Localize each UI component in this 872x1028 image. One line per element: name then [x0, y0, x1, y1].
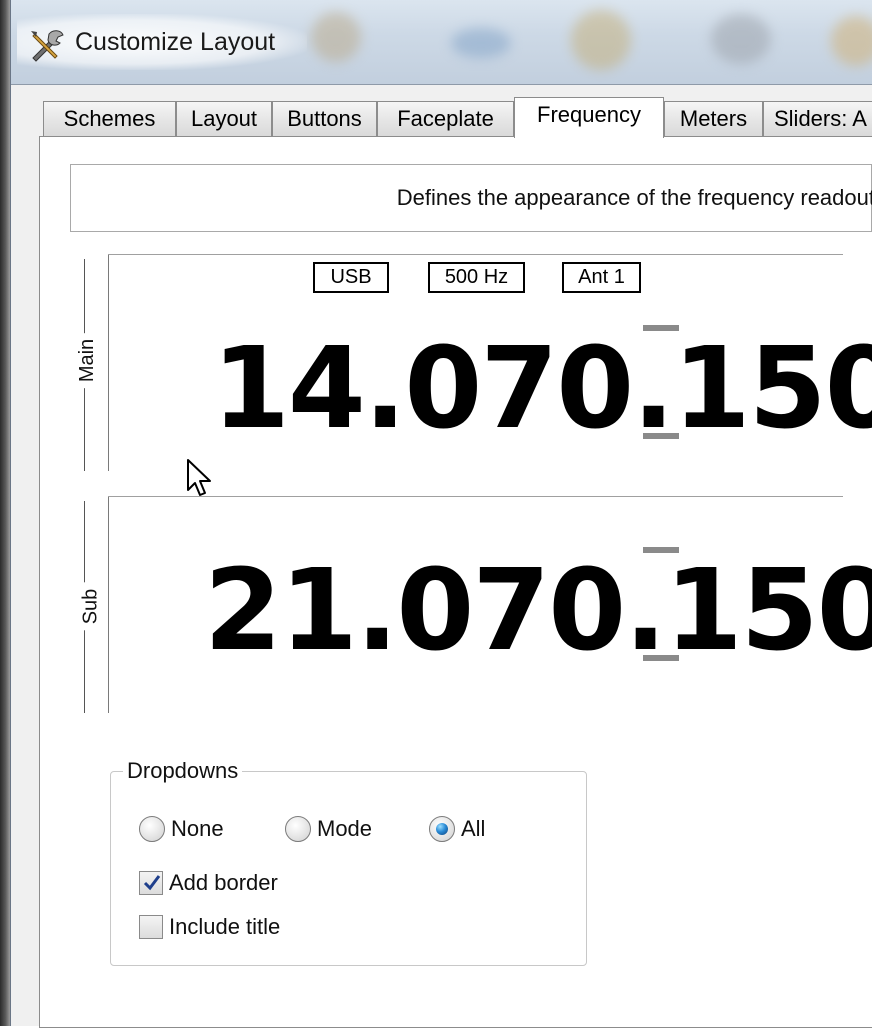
antenna-dropdown[interactable]: Ant 1 — [562, 262, 641, 293]
include-title-checkbox[interactable]: Include title — [139, 911, 280, 943]
filter-dropdown[interactable]: 500 Hz — [428, 262, 525, 293]
sub-label: Sub — [79, 582, 103, 631]
radio-mode[interactable]: Mode — [285, 812, 372, 846]
checkbox-unchecked[interactable] — [139, 915, 163, 939]
taskbar-thumb-blur — [711, 14, 771, 64]
dropdowns-radio-group: None Mode All — [139, 812, 586, 846]
sub-readout-top-border — [108, 496, 843, 497]
radio-button-unchecked[interactable] — [139, 816, 165, 842]
main-readout-left-border — [108, 254, 109, 471]
add-border-label: Add border — [169, 870, 278, 895]
tuning-step-marker-bottom — [643, 433, 679, 439]
radio-none[interactable]: None — [139, 812, 224, 846]
main-readout-top-border — [108, 254, 843, 255]
window-title: Customize Layout — [75, 28, 276, 56]
tab-layout[interactable]: Layout — [176, 101, 272, 137]
taskbar-thumb-blur — [451, 28, 511, 58]
description-text: Defines the appearance of the frequency … — [396, 185, 872, 210]
checkmark-icon — [143, 875, 161, 891]
radio-button-unchecked[interactable] — [285, 816, 311, 842]
tuning-step-marker-bottom — [643, 655, 679, 661]
main-frequency[interactable]: 14.070.150 — [212, 333, 872, 445]
tab-meters[interactable]: Meters — [664, 101, 763, 137]
tab-frequency[interactable]: Frequency — [514, 97, 664, 138]
dialog-client-area: Schemes Layout Buttons Faceplate Frequen… — [11, 84, 872, 1028]
taskbar-thumb-blur — [831, 16, 872, 66]
sub-frequency[interactable]: 21.070.150 — [204, 555, 872, 667]
frequency-tab-panel: Defines the appearance of the frequency … — [39, 136, 872, 1028]
description-box: Defines the appearance of the frequency … — [70, 164, 872, 232]
dropdowns-groupbox: Dropdowns None Mode All Add border Inclu… — [110, 758, 587, 966]
dropdowns-title: Dropdowns — [123, 758, 243, 784]
radio-mode-label: Mode — [317, 816, 373, 841]
include-title-label: Include title — [169, 914, 281, 939]
title-bar[interactable]: Customize Layout — [11, 0, 872, 84]
customize-layout-window: Customize Layout Schemes Layout Buttons … — [10, 0, 872, 1028]
taskbar-thumb-blur — [571, 10, 631, 70]
mouse-cursor-icon — [187, 459, 211, 496]
tab-sliders[interactable]: Sliders: A — [763, 101, 872, 137]
tab-schemes[interactable]: Schemes — [43, 101, 176, 137]
radio-all[interactable]: All — [429, 812, 485, 846]
wrench-tools-icon — [31, 30, 64, 62]
radio-none-label: None — [171, 816, 224, 841]
sub-readout-left-border — [108, 496, 109, 713]
taskbar-thumb-blur — [311, 12, 361, 62]
radio-button-checked[interactable] — [429, 816, 455, 842]
mode-dropdown[interactable]: USB — [313, 262, 389, 293]
tab-faceplate[interactable]: Faceplate — [377, 101, 514, 137]
tab-buttons[interactable]: Buttons — [272, 101, 377, 137]
radio-all-label: All — [461, 816, 486, 841]
add-border-checkbox[interactable]: Add border — [139, 867, 278, 899]
tab-strip: Schemes Layout Buttons Faceplate Frequen… — [43, 97, 872, 138]
main-label: Main — [76, 332, 100, 389]
desktop-edge — [0, 0, 10, 1026]
checkbox-checked[interactable] — [139, 871, 163, 895]
